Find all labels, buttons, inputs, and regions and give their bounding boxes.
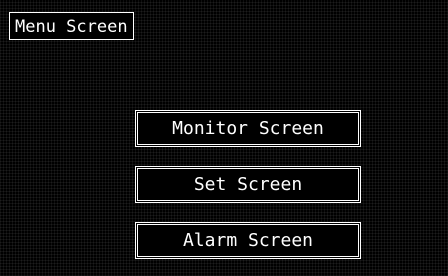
hmi-screen: Menu Screen Monitor Screen Set Screen Al… xyxy=(0,0,448,276)
monitor-screen-button[interactable]: Monitor Screen xyxy=(135,110,361,147)
alarm-screen-button[interactable]: Alarm Screen xyxy=(135,222,361,259)
screen-title: Menu Screen xyxy=(9,12,134,40)
set-screen-button[interactable]: Set Screen xyxy=(135,166,361,203)
